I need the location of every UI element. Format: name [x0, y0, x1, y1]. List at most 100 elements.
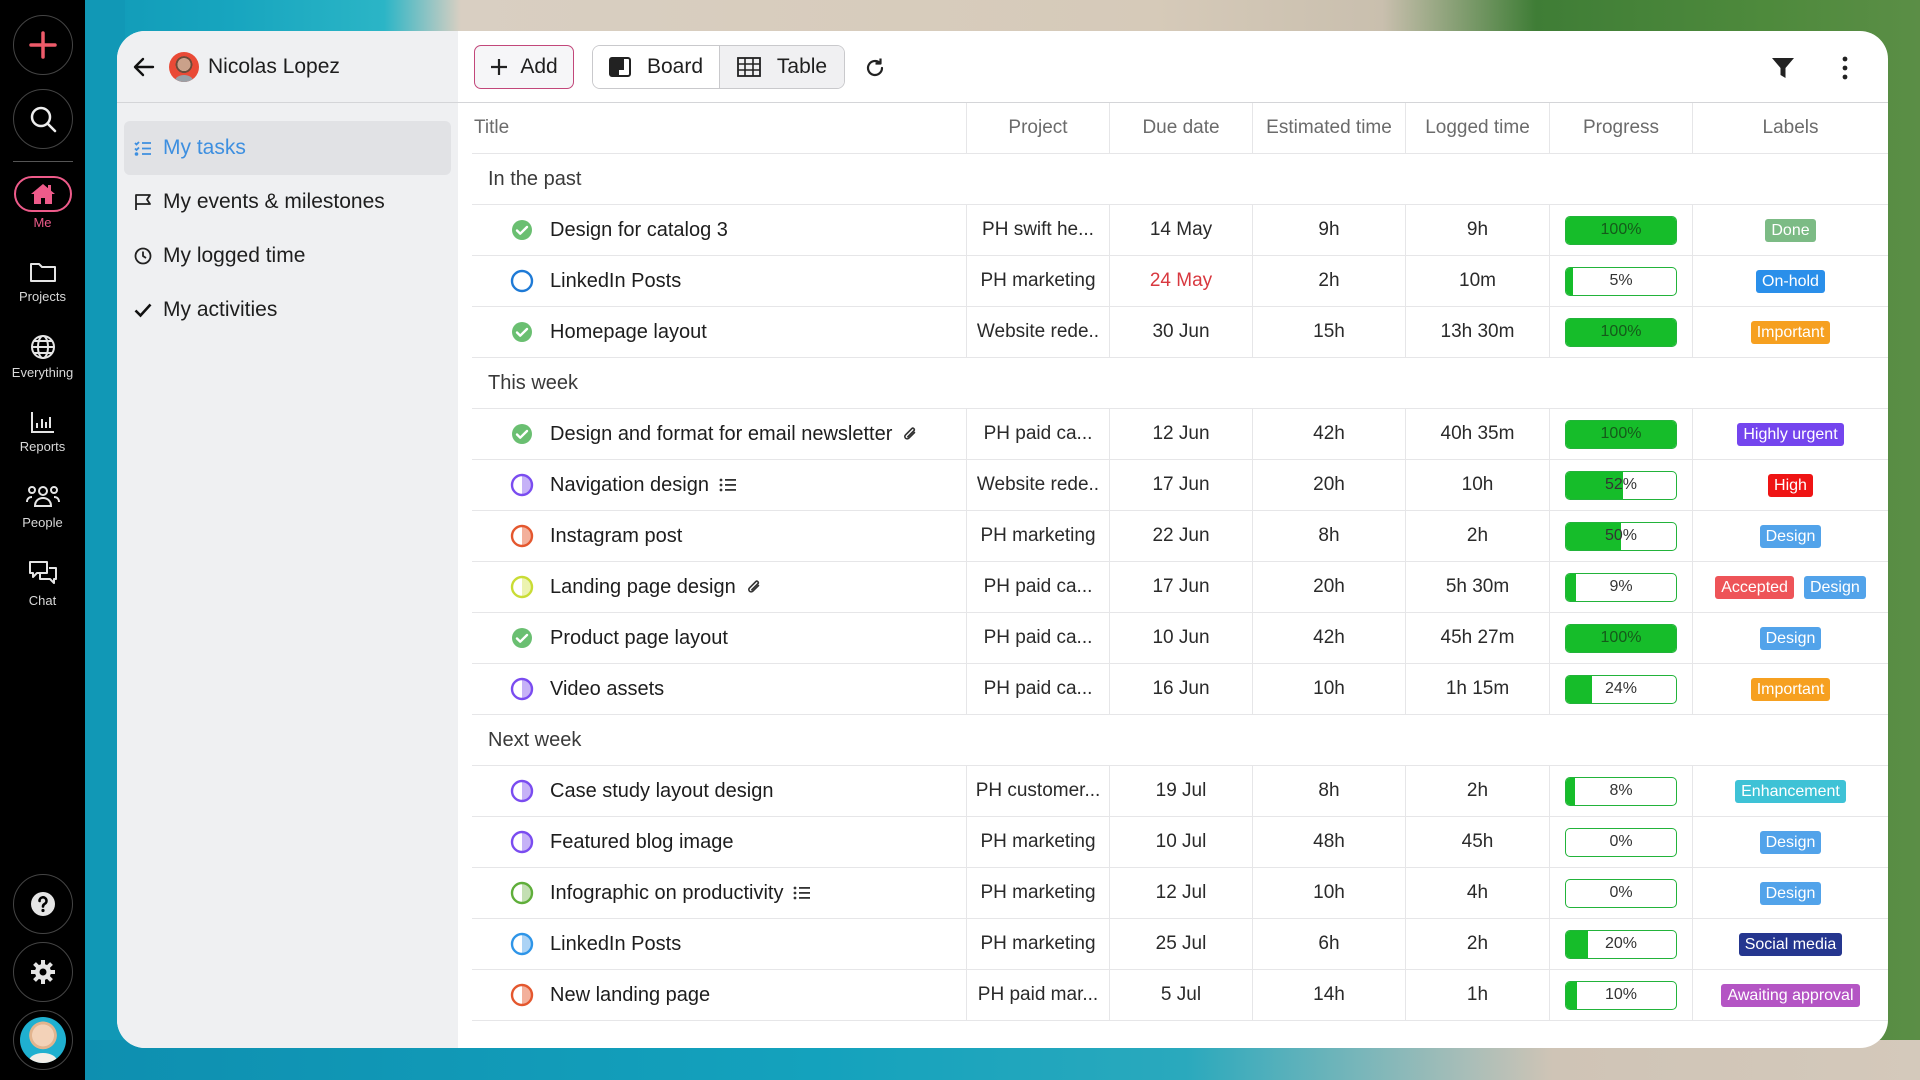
task-row[interactable]: New landing page PH paid mar... 5 Jul 14h 1h…	[472, 970, 1888, 1021]
status-in-progress-icon[interactable]	[510, 677, 534, 701]
search-button[interactable]	[12, 89, 73, 149]
task-due-date-cell[interactable]: 22 Jun	[1110, 511, 1253, 561]
label-badge[interactable]: Social media	[1738, 932, 1843, 956]
task-project-cell[interactable]: PH marketing	[967, 511, 1110, 561]
task-due-date-cell[interactable]: 12 Jun	[1110, 409, 1253, 459]
rail-item-projects[interactable]: Projects	[0, 260, 85, 304]
task-title-cell[interactable]: New landing page	[472, 970, 967, 1020]
label-badge[interactable]: Done	[1765, 218, 1816, 242]
task-logged-time-cell[interactable]: 1h	[1406, 970, 1550, 1020]
task-project-cell[interactable]: PH marketing	[967, 868, 1110, 918]
task-title-cell[interactable]: Navigation design	[472, 460, 967, 510]
label-badge[interactable]: Design	[1759, 830, 1822, 854]
refresh-icon[interactable]	[863, 56, 887, 80]
column-header-estimated-time[interactable]: Estimated time	[1253, 103, 1406, 153]
label-badge[interactable]: Design	[1759, 881, 1822, 905]
task-title-cell[interactable]: Featured blog image	[472, 817, 967, 867]
task-title-cell[interactable]: Landing page design	[472, 562, 967, 612]
task-progress-cell[interactable]: 50%	[1550, 511, 1693, 561]
task-project-cell[interactable]: PH paid ca...	[967, 613, 1110, 663]
task-labels-cell[interactable]: Design	[1693, 511, 1888, 561]
task-progress-cell[interactable]: 100%	[1550, 307, 1693, 357]
task-labels-cell[interactable]: Design	[1693, 868, 1888, 918]
column-header-labels[interactable]: Labels	[1693, 103, 1888, 153]
task-estimated-time-cell[interactable]: 10h	[1253, 664, 1406, 714]
task-due-date-cell[interactable]: 24 May	[1110, 256, 1253, 306]
label-badge[interactable]: Highly urgent	[1737, 422, 1844, 446]
rail-item-people[interactable]: People	[0, 484, 85, 530]
rail-item-reports[interactable]: Reports	[0, 410, 85, 454]
task-estimated-time-cell[interactable]: 42h	[1253, 409, 1406, 459]
task-estimated-time-cell[interactable]: 8h	[1253, 511, 1406, 561]
task-project-cell[interactable]: PH customer...	[967, 766, 1110, 816]
task-progress-cell[interactable]: 100%	[1550, 205, 1693, 255]
task-title-cell[interactable]: Design and format for email newsletter	[472, 409, 967, 459]
task-logged-time-cell[interactable]: 4h	[1406, 868, 1550, 918]
task-labels-cell[interactable]: Social media	[1693, 919, 1888, 969]
task-project-cell[interactable]: PH paid ca...	[967, 562, 1110, 612]
label-badge[interactable]: Important	[1750, 320, 1831, 344]
label-badge[interactable]: Important	[1750, 677, 1831, 701]
task-row[interactable]: Design for catalog 3 PH swift he... 14 May…	[472, 205, 1888, 256]
task-labels-cell[interactable]: Design	[1693, 613, 1888, 663]
task-progress-cell[interactable]: 10%	[1550, 970, 1693, 1020]
task-progress-cell[interactable]: 20%	[1550, 919, 1693, 969]
task-due-date-cell[interactable]: 12 Jul	[1110, 868, 1253, 918]
task-project-cell[interactable]: Website rede..	[967, 307, 1110, 357]
task-labels-cell[interactable]: Important	[1693, 664, 1888, 714]
task-due-date-cell[interactable]: 17 Jun	[1110, 460, 1253, 510]
task-estimated-time-cell[interactable]: 8h	[1253, 766, 1406, 816]
task-labels-cell[interactable]: On-hold	[1693, 256, 1888, 306]
task-due-date-cell[interactable]: 17 Jun	[1110, 562, 1253, 612]
task-due-date-cell[interactable]: 5 Jul	[1110, 970, 1253, 1020]
task-row[interactable]: Navigation design Website rede.. 17 Jun 20h…	[472, 460, 1888, 511]
task-due-date-cell[interactable]: 30 Jun	[1110, 307, 1253, 357]
task-project-cell[interactable]: PH paid ca...	[967, 664, 1110, 714]
task-row[interactable]: Landing page design PH paid ca... 17 Jun 20…	[472, 562, 1888, 613]
column-header-due-date[interactable]: Due date	[1110, 103, 1253, 153]
status-in-progress-icon[interactable]	[510, 524, 534, 548]
task-labels-cell[interactable]: Highly urgent	[1693, 409, 1888, 459]
label-badge[interactable]: Enhancement	[1735, 779, 1846, 803]
task-progress-cell[interactable]: 0%	[1550, 817, 1693, 867]
status-done-icon[interactable]	[510, 320, 534, 344]
task-estimated-time-cell[interactable]: 2h	[1253, 256, 1406, 306]
task-title-cell[interactable]: Product page layout	[472, 613, 967, 663]
status-in-progress-icon[interactable]	[510, 983, 534, 1007]
rail-item-chat[interactable]: Chat	[0, 560, 85, 608]
status-done-icon[interactable]	[510, 422, 534, 446]
task-logged-time-cell[interactable]: 45h	[1406, 817, 1550, 867]
task-progress-cell[interactable]: 52%	[1550, 460, 1693, 510]
sidebar-item-my-events[interactable]: My events & milestones	[124, 175, 451, 229]
rail-item-everything[interactable]: Everything	[0, 334, 85, 380]
task-logged-time-cell[interactable]: 5h 30m	[1406, 562, 1550, 612]
task-progress-cell[interactable]: 100%	[1550, 409, 1693, 459]
status-open-icon[interactable]	[510, 269, 534, 293]
task-progress-cell[interactable]: 100%	[1550, 613, 1693, 663]
table-view-button[interactable]: Table	[720, 46, 844, 88]
task-estimated-time-cell[interactable]: 15h	[1253, 307, 1406, 357]
task-labels-cell[interactable]: Accepted Design	[1693, 562, 1888, 612]
task-labels-cell[interactable]: High	[1693, 460, 1888, 510]
quick-add-button[interactable]	[12, 15, 73, 75]
task-due-date-cell[interactable]: 10 Jun	[1110, 613, 1253, 663]
sidebar-item-my-logged-time[interactable]: My logged time	[124, 229, 451, 283]
label-badge[interactable]: Design	[1759, 524, 1822, 548]
task-logged-time-cell[interactable]: 9h	[1406, 205, 1550, 255]
task-title-cell[interactable]: LinkedIn Posts	[472, 256, 967, 306]
column-header-logged-time[interactable]: Logged time	[1406, 103, 1550, 153]
sidebar-item-my-tasks[interactable]: My tasks	[124, 121, 451, 175]
task-estimated-time-cell[interactable]: 20h	[1253, 460, 1406, 510]
status-done-icon[interactable]	[510, 626, 534, 650]
label-badge[interactable]: Design	[1803, 575, 1866, 599]
task-logged-time-cell[interactable]: 2h	[1406, 511, 1550, 561]
task-project-cell[interactable]: PH swift he...	[967, 205, 1110, 255]
add-button[interactable]: Add	[474, 45, 574, 89]
task-logged-time-cell[interactable]: 2h	[1406, 766, 1550, 816]
task-logged-time-cell[interactable]: 1h 15m	[1406, 664, 1550, 714]
back-button[interactable]	[133, 55, 157, 79]
task-project-cell[interactable]: PH marketing	[967, 919, 1110, 969]
sidebar-item-my-activities[interactable]: My activities	[124, 283, 451, 337]
task-progress-cell[interactable]: 8%	[1550, 766, 1693, 816]
task-labels-cell[interactable]: Design	[1693, 817, 1888, 867]
